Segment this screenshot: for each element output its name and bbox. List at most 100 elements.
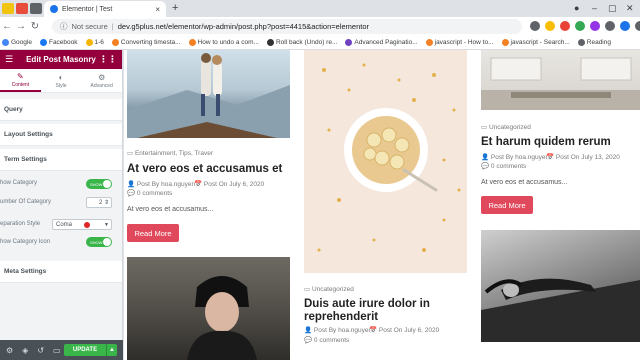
read-more-button[interactable]: Read More <box>481 196 533 214</box>
share-icon[interactable] <box>530 21 540 31</box>
post-image-kitchen[interactable] <box>481 50 640 110</box>
post-image-woman[interactable] <box>127 257 290 360</box>
info-icon: ⓘ <box>60 22 68 31</box>
date-text: Post On July 6, 2020 <box>378 327 440 334</box>
bookmark-favicon-icon <box>39 39 47 46</box>
bookmark-item[interactable]: 1-6 <box>85 39 104 46</box>
breakfast-bowl-icon <box>317 63 461 252</box>
terms-text: Uncategorized <box>488 124 531 131</box>
puzzle-icon[interactable] <box>605 21 615 31</box>
section-layout-settings[interactable]: Layout Settings <box>0 124 122 146</box>
bookmark-star-icon[interactable] <box>545 21 555 31</box>
bookmark-favicon-icon <box>111 39 119 46</box>
terms-text: Uncategorized <box>311 286 354 293</box>
date-text: Post On July 6, 2020 <box>203 181 265 188</box>
post-author[interactable]: 👤 Post By hoa.nguyen <box>304 326 372 334</box>
tab-content[interactable]: ✎ Content <box>0 69 41 92</box>
pinned-tab[interactable] <box>30 3 42 14</box>
number-category-label: umber Of Category <box>0 199 52 205</box>
post-terms[interactable]: ▭ Entertainment, Tips, Traver <box>127 149 213 157</box>
post-comments[interactable]: 💬 0 comments <box>127 189 172 197</box>
author-text: Post By hoa.nguyen <box>490 154 550 161</box>
section-meta-settings[interactable]: Meta Settings <box>0 261 122 283</box>
forward-icon[interactable]: → <box>14 21 28 32</box>
tab-close-icon[interactable]: × <box>155 5 160 14</box>
more-menu-icon[interactable] <box>635 21 640 31</box>
url-text: dev.g5plus.net/elementor/wp-admin/post.p… <box>117 22 370 31</box>
bookmark-item[interactable]: Converting timesta... <box>111 39 181 46</box>
post-author[interactable]: 👤 Post By hoa.nguyen <box>481 153 549 161</box>
bookmark-item[interactable]: javascript - Search... <box>501 39 570 46</box>
show-category-icon-toggle[interactable]: SHOW <box>86 237 112 247</box>
bookmark-item[interactable]: Facebook <box>39 39 78 46</box>
responsive-icon[interactable]: ▭ <box>53 346 61 355</box>
post-title[interactable]: At vero eos et accusamus et <box>127 163 297 176</box>
new-tab-button[interactable]: + <box>172 2 178 14</box>
profile-icon[interactable]: ● <box>574 3 579 13</box>
tab-style[interactable]: ◐ Style <box>41 69 82 92</box>
post-excerpt: At vero eos et accusamus... <box>127 206 214 213</box>
back-icon[interactable]: ← <box>0 21 14 32</box>
number-value: 2 <box>98 199 103 206</box>
maximize-icon[interactable]: ▢ <box>608 3 617 14</box>
bookmark-label: Google <box>11 39 32 46</box>
bookmark-favicon-icon <box>2 39 9 46</box>
widgets-grid-icon[interactable]: ⋮⋮ <box>99 54 117 65</box>
tab-title: Elementor | Test <box>62 5 113 13</box>
show-category-label: how Category <box>0 180 38 186</box>
bookmark-favicon-icon <box>577 39 585 46</box>
window-close-icon[interactable]: ✕ <box>626 3 634 14</box>
extensions-area <box>530 21 640 31</box>
post-title[interactable]: Duis aute irure dolor in reprehenderit <box>304 298 464 324</box>
post-date: 📅 Post On July 13, 2020 <box>546 154 620 161</box>
post-author[interactable]: 👤 Post By hoa.nguyen <box>127 180 195 188</box>
tab-label: Style <box>55 82 67 89</box>
bookmark-favicon-icon <box>425 39 433 46</box>
bookmark-item[interactable]: javascript - How to... <box>425 39 494 46</box>
bookmark-favicon-icon <box>345 39 353 46</box>
post-terms[interactable]: ▭ Uncategorized <box>481 123 531 131</box>
tab-strip: Elementor | Test × + ● – ▢ ✕ <box>0 0 640 17</box>
layers-icon[interactable]: ◈ <box>22 346 28 355</box>
address-bar[interactable]: ⓘ Not secure | dev.g5plus.net/elementor/… <box>52 19 522 34</box>
post-comments[interactable]: 💬 0 comments <box>304 336 349 344</box>
half-circle-icon: ◐ <box>58 72 64 82</box>
bookmark-item[interactable]: Advanced Paginatio... <box>345 39 418 46</box>
post-terms[interactable]: ▭ Uncategorized <box>304 285 354 293</box>
hamburger-icon[interactable]: ☰ <box>5 54 13 65</box>
tab-advanced[interactable]: ⚙ Advanced <box>81 69 122 92</box>
section-term-settings[interactable]: Term Settings <box>0 149 122 171</box>
update-button[interactable]: UPDATE <box>64 344 106 356</box>
history-icon[interactable]: ↺ <box>37 346 44 355</box>
number-category-input[interactable]: 2 ⇕ <box>86 197 112 208</box>
settings-icon[interactable]: ⚙ <box>6 346 13 355</box>
minimize-icon[interactable]: – <box>592 3 597 13</box>
extension-icon[interactable] <box>575 21 585 31</box>
bookmark-label: How to undo a com... <box>197 39 259 46</box>
bookmark-label: Reading <box>586 39 611 46</box>
extension-icon[interactable] <box>560 21 570 31</box>
read-more-button[interactable]: Read More <box>127 224 179 242</box>
reload-icon[interactable]: ↻ <box>28 21 42 32</box>
section-query[interactable]: Query <box>0 99 122 121</box>
post-image-couple[interactable] <box>127 50 290 138</box>
post-title[interactable]: Et harum quidem rerum <box>481 136 640 149</box>
bookmark-item[interactable]: Reading <box>577 39 611 46</box>
couple-photo-icon <box>127 53 290 138</box>
update-options-icon[interactable]: ▲ <box>106 344 117 356</box>
show-category-toggle[interactable]: SHOW <box>86 179 112 189</box>
chevron-down-icon: ▼ <box>104 221 109 228</box>
post-image-bw-woman[interactable] <box>481 230 640 342</box>
avatar[interactable] <box>620 21 630 31</box>
pinned-tab[interactable] <box>16 3 28 14</box>
extension-icon[interactable] <box>590 21 600 31</box>
pencil-icon: ✎ <box>16 71 24 81</box>
bookmark-item[interactable]: Roll back (Undo) re... <box>266 39 337 46</box>
post-image-bowl[interactable] <box>304 50 467 273</box>
active-tab[interactable]: Elementor | Test × <box>44 1 166 17</box>
bookmark-item[interactable]: How to undo a com... <box>188 39 259 46</box>
pinned-tab[interactable] <box>2 3 14 14</box>
bookmark-item[interactable]: Google <box>2 39 32 46</box>
separation-style-select[interactable]: Coma ▼ <box>52 219 112 230</box>
post-comments[interactable]: 💬 0 comments <box>481 162 526 170</box>
